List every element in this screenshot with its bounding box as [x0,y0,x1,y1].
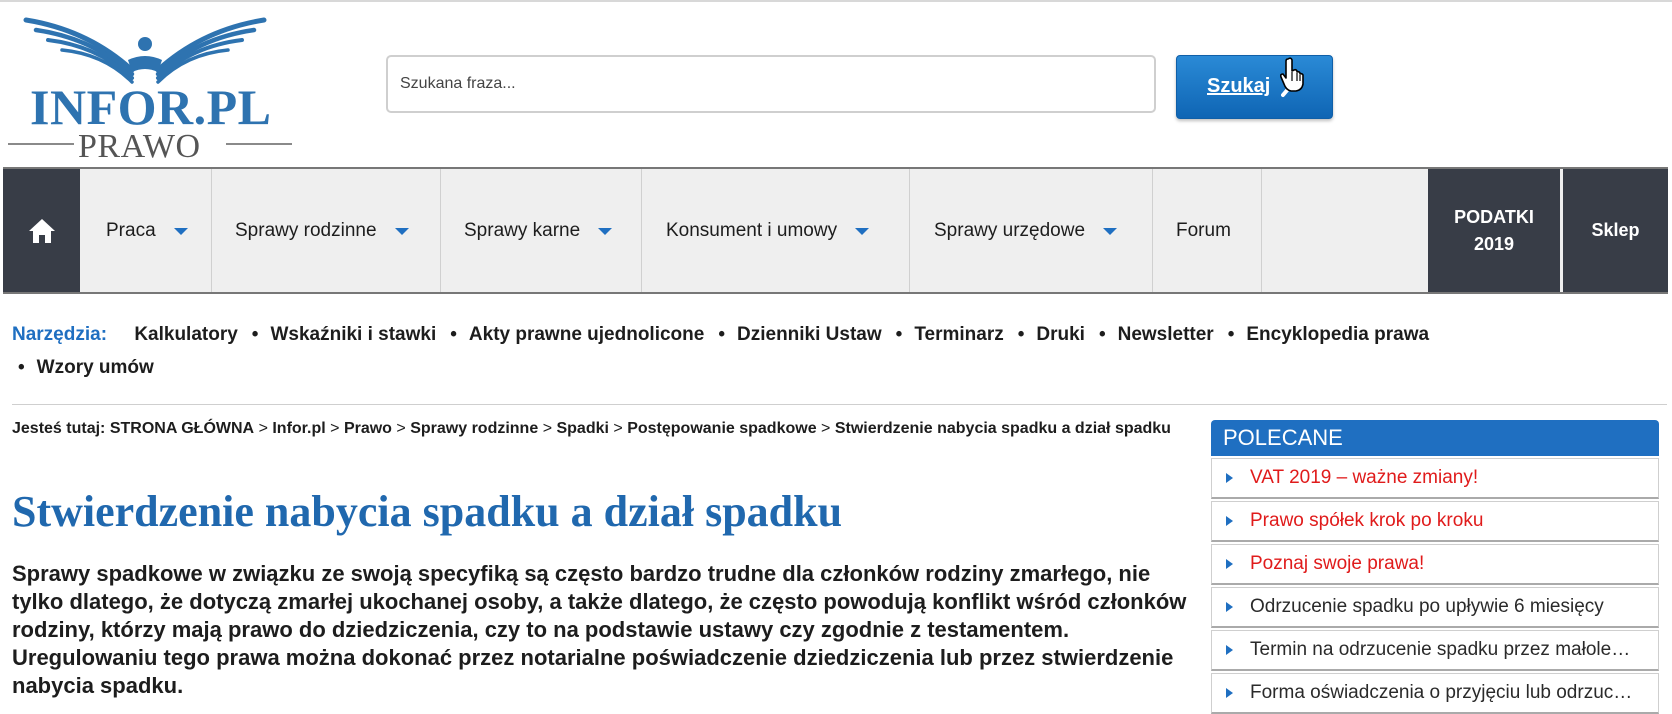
article-lead: Sprawy spadkowe w związku ze swoją specy… [12,561,1187,698]
tool-akty-prawne[interactable]: Akty prawne ujednolicone [469,324,704,345]
recommended-item[interactable]: Poznaj swoje prawa! [1211,544,1659,585]
logo-rule-right [226,143,292,145]
tool-terminarz[interactable]: Terminarz [914,324,1003,345]
search-button[interactable]: Szukaj [1176,55,1333,119]
breadcrumb-item[interactable]: Spadki [556,420,608,437]
nav-item-sprawy-rodzinne[interactable]: Sprawy rodzinne [212,169,441,292]
main-nav: Praca Sprawy rodzinne Sprawy karne Konsu… [3,167,1668,294]
breadcrumb-current[interactable]: Stwierdzenie nabycia spadku a dział spad… [835,420,1171,437]
page-title: Stwierdzenie nabycia spadku a dział spad… [12,487,843,536]
recommended-item[interactable]: Prawo spółek krok po kroku [1211,501,1659,542]
nav-item-label: Sprawy rodzinne [235,219,377,241]
bullet-separator: • [450,324,457,345]
nav-item-sprawy-urzedowe[interactable]: Sprawy urzędowe [910,169,1153,292]
recommended-item-label: Termin na odrzucenie spadku przez małole… [1250,639,1635,660]
bullet-separator: • [251,324,259,345]
logo-rule-left [8,143,74,145]
sklep-label: Sklep [1591,220,1640,240]
tool-wskazniki-i-stawki[interactable]: Wskaźniki i stawki [270,324,436,345]
arrow-right-icon [1226,688,1233,698]
nav-item-label: Sprawy urzędowe [934,219,1086,241]
nav-item-konsument-i-umowy[interactable]: Konsument i umowy [642,169,910,292]
logo-subtext: PRAWO [78,128,201,165]
recommended-panel: POLECANE VAT 2019 – ważne zmiany! Prawo … [1211,420,1659,714]
nav-item-label: Konsument i umowy [666,219,838,241]
site-logo[interactable]: INFOR.PL PRAWO [8,12,300,165]
chevron-down-icon [394,228,409,235]
tool-newsletter[interactable]: Newsletter [1118,324,1214,345]
breadcrumb-item[interactable]: Prawo [344,420,392,437]
podatki-year: 2019 [1473,233,1515,254]
bullet-separator: • [1098,324,1106,345]
nav-podatki-2019[interactable]: PODATKI 2019 [1428,169,1560,292]
recommended-item-label: VAT 2019 – ważne zmiany! [1250,467,1479,488]
breadcrumb-item[interactable]: Infor.pl [272,420,325,437]
breadcrumb-separator: > [821,420,831,437]
nav-item-forum[interactable]: Forum [1153,169,1262,292]
top-border [0,0,1672,2]
breadcrumb-separator: > [542,420,553,437]
arrow-right-icon [1226,516,1233,526]
chevron-down-icon [598,228,613,235]
tool-encyklopedia-prawa[interactable]: Encyklopedia prawa [1246,324,1429,345]
tools-label: Narzędzia: [12,324,108,345]
breadcrumb-item[interactable]: STRONA GŁÓWNA [110,420,254,437]
nav-item-sprawy-karne[interactable]: Sprawy karne [441,169,642,292]
nav-item-praca[interactable]: Praca [80,169,212,292]
tool-wzory-umow[interactable]: Wzory umów [37,357,154,378]
tool-druki[interactable]: Druki [1036,324,1085,345]
recommended-item-label: Odrzucenie spadku po upływie 6 miesięcy [1250,596,1604,617]
breadcrumb-separator: > [258,420,268,437]
recommended-item[interactable]: Odrzucenie spadku po upływie 6 miesięcy [1211,587,1659,628]
search-input[interactable] [386,55,1156,113]
chevron-down-icon [855,228,870,235]
nav-item-label: Praca [106,219,156,241]
nav-item-label: Forum [1176,219,1231,241]
divider [12,404,1667,405]
nav-item-label: Sprawy karne [464,219,581,241]
recommended-item[interactable]: Termin na odrzucenie spadku przez małole… [1211,630,1659,671]
arrow-right-icon [1226,473,1233,483]
recommended-item-label: Prawo spółek krok po kroku [1250,510,1484,531]
bullet-separator: • [1227,324,1235,345]
breadcrumb-item[interactable]: Sprawy rodzinne [410,420,538,437]
arrow-right-icon [1226,559,1233,569]
bullet-separator: • [1017,324,1025,345]
breadcrumb-separator: > [613,420,623,437]
bullet-separator: • [895,324,903,345]
recommended-item[interactable]: Forma oświadczenia o przyjęciu lub odrzu… [1211,673,1659,714]
breadcrumb-separator: > [330,420,340,437]
arrow-right-icon [1226,602,1233,612]
breadcrumb-separator: > [396,420,406,437]
recommended-title: POLECANE [1211,420,1659,456]
bullet-separator: • [18,357,25,378]
home-icon [28,218,55,243]
tool-kalkulatory[interactable]: Kalkulatory [134,324,237,345]
breadcrumb-lead: Jesteś tutaj: [12,420,106,437]
nav-sklep[interactable]: Sklep [1563,169,1668,292]
breadcrumb: Jesteś tutaj: STRONA GŁÓWNA > Infor.pl >… [12,420,1192,438]
bullet-separator: • [718,324,725,345]
tools-bar: Narzędzia: Kalkulatory • Wskaźniki i stawk… [12,318,1667,384]
arrow-right-icon [1226,645,1233,655]
nav-home[interactable] [3,169,80,292]
breadcrumb-item[interactable]: Postępowanie spadkowe [627,420,816,437]
chevron-down-icon [173,228,188,235]
chevron-down-icon [1103,228,1118,235]
tool-dzienniki-ustaw[interactable]: Dzienniki Ustaw [737,324,882,345]
recommended-item[interactable]: VAT 2019 – ważne zmiany! [1211,458,1659,499]
hand-cursor-icon [1280,57,1304,92]
search-button-label: Szukaj [1207,75,1271,97]
recommended-item-label: Poznaj swoje prawa! [1250,553,1425,574]
recommended-item-label: Forma oświadczenia o przyjęciu lub odrzu… [1250,682,1635,703]
podatki-label: PODATKI [1454,206,1534,227]
